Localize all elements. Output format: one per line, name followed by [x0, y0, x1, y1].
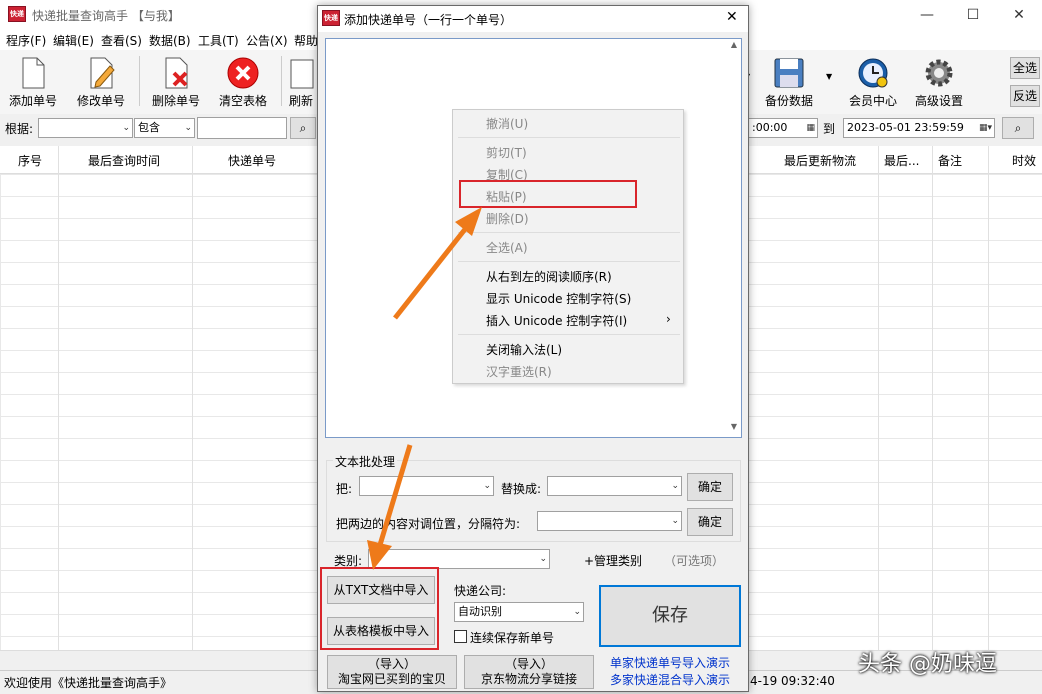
- arrowhead-icon: [455, 207, 482, 236]
- annotation-arrows: [0, 0, 1042, 694]
- arrow-to-paste: [395, 228, 466, 318]
- arrowhead-icon: [367, 540, 392, 570]
- arrow-to-import: [380, 445, 410, 545]
- watermark: 头条 @奶味逗: [858, 646, 997, 678]
